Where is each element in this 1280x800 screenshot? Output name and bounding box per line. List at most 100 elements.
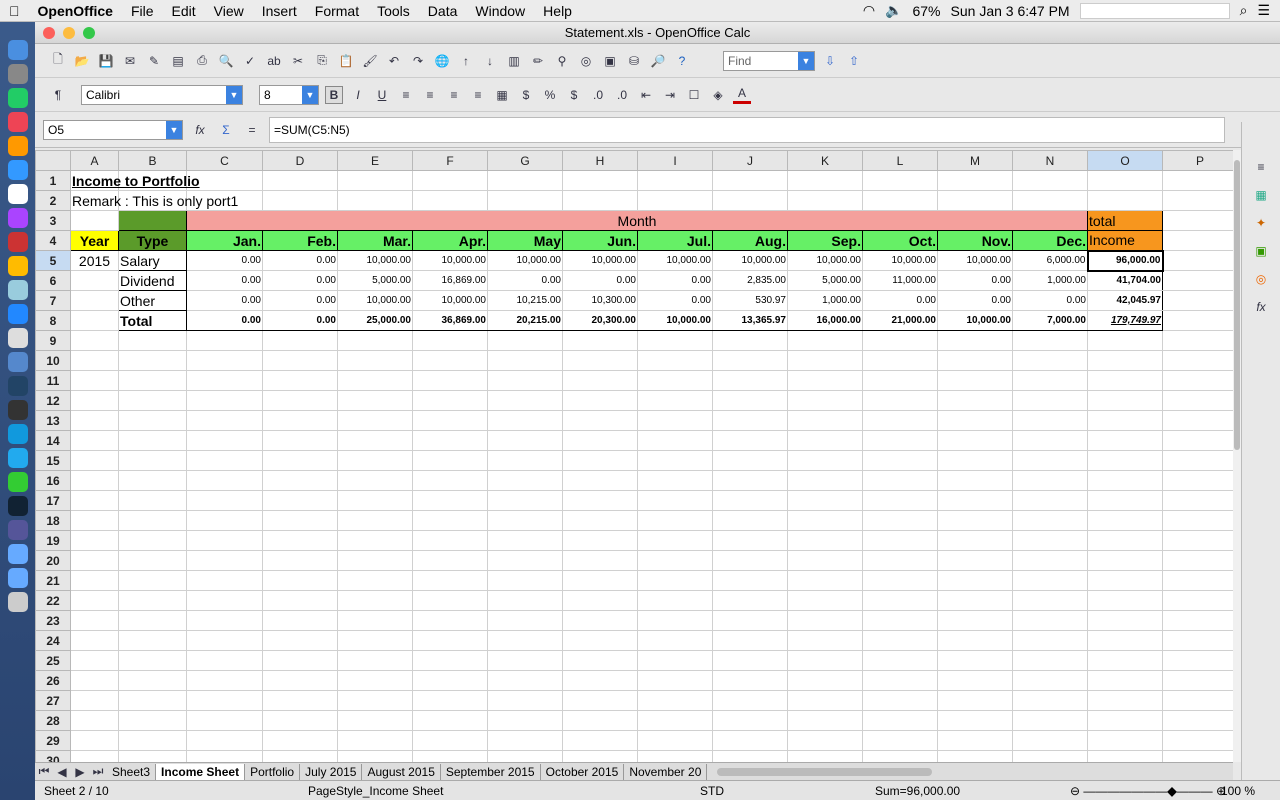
open-icon[interactable]: 📂 bbox=[73, 52, 91, 70]
cell[interactable] bbox=[487, 590, 563, 611]
column-header-C[interactable]: C bbox=[186, 150, 263, 171]
cell[interactable] bbox=[262, 590, 338, 611]
menu-edit[interactable]: Edit bbox=[163, 3, 205, 19]
cell[interactable] bbox=[562, 370, 638, 391]
cell[interactable] bbox=[712, 390, 788, 411]
cell[interactable] bbox=[1087, 170, 1163, 191]
cell[interactable] bbox=[118, 470, 187, 491]
column-header-I[interactable]: I bbox=[637, 150, 713, 171]
cell[interactable] bbox=[937, 690, 1013, 711]
cell[interactable] bbox=[70, 470, 119, 491]
income-header[interactable]: Income bbox=[1087, 230, 1163, 251]
cell[interactable] bbox=[186, 630, 263, 651]
month-mar[interactable]: Mar. bbox=[337, 230, 413, 251]
cell[interactable] bbox=[712, 570, 788, 591]
cell[interactable] bbox=[1162, 590, 1233, 611]
cut-icon[interactable]: ✂ bbox=[289, 52, 307, 70]
cell[interactable] bbox=[937, 390, 1013, 411]
cell[interactable] bbox=[1162, 570, 1233, 591]
cell[interactable] bbox=[70, 430, 119, 451]
cell[interactable] bbox=[712, 550, 788, 571]
formula-input[interactable]: =SUM(C5:N5) bbox=[269, 116, 1225, 143]
chevron-down-icon[interactable]: ▼ bbox=[226, 85, 242, 104]
cell[interactable] bbox=[637, 430, 713, 451]
cell[interactable] bbox=[186, 590, 263, 611]
cell[interactable] bbox=[1162, 430, 1233, 451]
cell[interactable] bbox=[637, 730, 713, 751]
row-header-12[interactable]: 12 bbox=[35, 390, 71, 411]
row-header-25[interactable]: 25 bbox=[35, 650, 71, 671]
vertical-scrollbar[interactable] bbox=[1233, 150, 1241, 762]
type-header[interactable]: Type bbox=[118, 230, 187, 251]
cell[interactable] bbox=[186, 650, 263, 671]
app-icon[interactable] bbox=[7, 352, 28, 372]
value-cell[interactable]: 0.00 bbox=[262, 310, 338, 331]
value-cell[interactable]: 1,000.00 bbox=[1012, 270, 1088, 291]
cell[interactable] bbox=[937, 170, 1013, 191]
cell[interactable] bbox=[118, 710, 187, 731]
cell[interactable] bbox=[118, 370, 187, 391]
row-header-5[interactable]: 5 bbox=[35, 250, 71, 271]
cell[interactable] bbox=[337, 510, 413, 531]
cell[interactable] bbox=[412, 610, 488, 631]
month-jan[interactable]: Jan. bbox=[186, 230, 263, 251]
cell[interactable] bbox=[487, 750, 563, 762]
cell[interactable] bbox=[337, 430, 413, 451]
wifi-icon[interactable]: ◠ bbox=[863, 2, 875, 19]
cell[interactable] bbox=[1087, 650, 1163, 671]
cell[interactable] bbox=[862, 710, 938, 731]
cell[interactable] bbox=[262, 190, 338, 211]
cell[interactable] bbox=[186, 690, 263, 711]
preview-icon[interactable] bbox=[7, 280, 28, 300]
font-name-select[interactable]: Calibri ▼ bbox=[81, 84, 243, 105]
cell[interactable] bbox=[637, 630, 713, 651]
cell[interactable] bbox=[562, 350, 638, 371]
align-right-icon[interactable]: ≡ bbox=[445, 86, 463, 104]
cell[interactable] bbox=[862, 610, 938, 631]
column-header-J[interactable]: J bbox=[712, 150, 788, 171]
value-cell[interactable]: 10,000.00 bbox=[637, 250, 713, 271]
cell[interactable] bbox=[337, 590, 413, 611]
cell[interactable] bbox=[712, 370, 788, 391]
cell[interactable] bbox=[118, 490, 187, 511]
cell[interactable] bbox=[937, 490, 1013, 511]
cell[interactable] bbox=[937, 630, 1013, 651]
edit-file-icon[interactable]: ✎ bbox=[145, 52, 163, 70]
cell[interactable] bbox=[118, 210, 187, 231]
cell[interactable] bbox=[487, 510, 563, 531]
cell[interactable] bbox=[1012, 530, 1088, 551]
cell[interactable] bbox=[186, 390, 263, 411]
cell[interactable] bbox=[118, 550, 187, 571]
cell[interactable] bbox=[412, 370, 488, 391]
month-sep[interactable]: Sep. bbox=[787, 230, 863, 251]
cell[interactable] bbox=[562, 570, 638, 591]
add-decimal-icon[interactable]: .0 bbox=[589, 86, 607, 104]
app-icon[interactable] bbox=[7, 88, 28, 108]
value-cell[interactable]: 0.00 bbox=[262, 270, 338, 291]
menu-view[interactable]: View bbox=[205, 3, 253, 19]
chevron-down-icon[interactable]: ▼ bbox=[302, 85, 318, 104]
value-cell[interactable]: 10,000.00 bbox=[487, 250, 563, 271]
undo-icon[interactable]: ↶ bbox=[385, 52, 403, 70]
folder-icon[interactable] bbox=[7, 568, 28, 588]
cell[interactable] bbox=[1012, 690, 1088, 711]
cell[interactable] bbox=[1087, 750, 1163, 762]
cell[interactable] bbox=[562, 670, 638, 691]
row-header-30[interactable]: 30 bbox=[35, 750, 71, 762]
sheet-tab[interactable]: October 2015 bbox=[541, 763, 625, 780]
menu-app[interactable]: OpenOffice bbox=[29, 3, 122, 19]
background-color-icon[interactable]: ◈ bbox=[709, 86, 727, 104]
photos-icon[interactable] bbox=[7, 256, 28, 276]
cell[interactable] bbox=[70, 370, 119, 391]
cell[interactable] bbox=[262, 350, 338, 371]
cell[interactable] bbox=[862, 550, 938, 571]
cell[interactable] bbox=[637, 370, 713, 391]
cell[interactable] bbox=[70, 750, 119, 762]
cell[interactable] bbox=[712, 630, 788, 651]
row-header-14[interactable]: 14 bbox=[35, 430, 71, 451]
scroll-thumb[interactable] bbox=[1234, 160, 1240, 450]
cell[interactable] bbox=[70, 210, 119, 231]
cell[interactable] bbox=[70, 310, 119, 331]
cell[interactable] bbox=[787, 390, 863, 411]
name-box[interactable]: O5 ▼ bbox=[43, 119, 183, 140]
